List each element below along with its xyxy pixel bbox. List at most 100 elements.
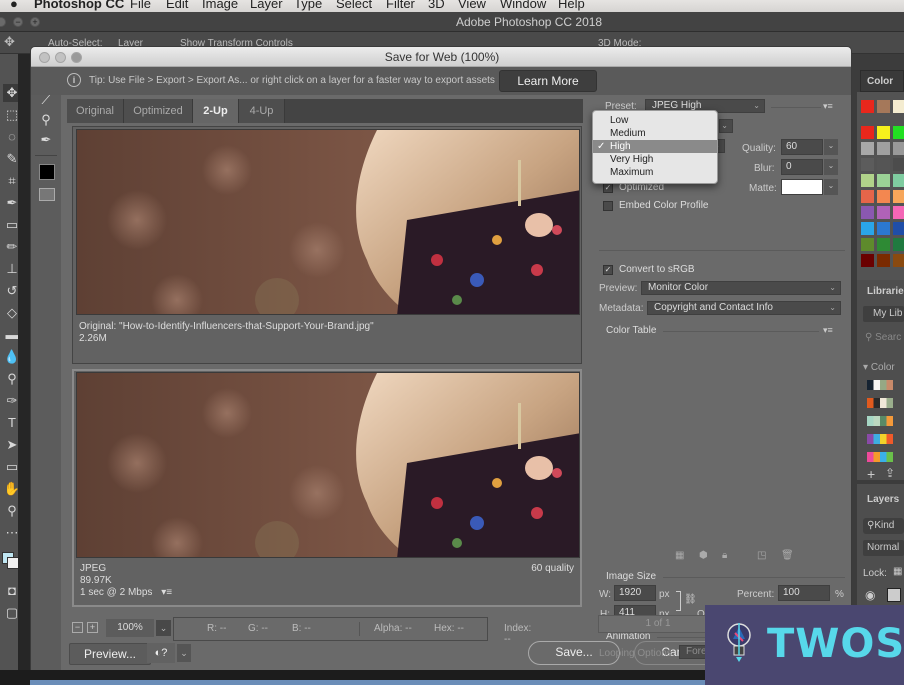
swatch[interactable] bbox=[893, 206, 904, 219]
menu-item-maximum[interactable]: Maximum bbox=[593, 166, 717, 179]
swatch[interactable] bbox=[877, 222, 890, 235]
close-window-button[interactable] bbox=[0, 17, 6, 27]
web-shift-icon[interactable]: ⬢ bbox=[699, 550, 708, 561]
tab-2-up[interactable]: 2-Up bbox=[193, 99, 239, 123]
maximize-window-button[interactable]: + bbox=[30, 17, 40, 27]
layer-thumbnail[interactable] bbox=[887, 588, 901, 602]
swatch[interactable] bbox=[893, 174, 904, 187]
add-library-item-icon[interactable]: + bbox=[867, 466, 875, 482]
color-theme[interactable] bbox=[867, 434, 893, 444]
optimized-preview-pane[interactable]: JPEG 89.97K 1 sec @ 2 Mbps ▾≡ 60 quality bbox=[72, 369, 582, 607]
swatch[interactable] bbox=[877, 142, 890, 155]
zoom-tool-icon[interactable]: ⚲ bbox=[36, 111, 56, 129]
swatch[interactable] bbox=[877, 238, 890, 251]
learn-more-button[interactable]: Learn More bbox=[499, 70, 597, 92]
swatch[interactable] bbox=[877, 254, 890, 267]
move-tool-icon[interactable]: ✥ bbox=[4, 34, 15, 50]
color-group-header[interactable]: ▾ Color bbox=[863, 362, 895, 373]
browser-select-dropdown[interactable]: ⌄ bbox=[177, 644, 191, 662]
optimize-menu-icon[interactable]: ▾≡ bbox=[823, 101, 833, 112]
swatch[interactable] bbox=[877, 158, 890, 171]
tab-optimized[interactable]: Optimized bbox=[124, 99, 193, 123]
swatch[interactable] bbox=[893, 158, 904, 171]
new-color-icon[interactable]: ◳ bbox=[757, 550, 766, 561]
metadata-select[interactable]: Copyright and Contact Info ⌄ bbox=[647, 301, 841, 315]
original-image[interactable] bbox=[76, 129, 580, 315]
menu-3d[interactable]: 3D bbox=[428, 0, 445, 11]
delete-color-icon[interactable]: 🗑︎ bbox=[781, 550, 794, 561]
menu-item-low[interactable]: Low bbox=[593, 114, 717, 127]
library-selector[interactable]: My Lib bbox=[873, 308, 902, 319]
menu-select[interactable]: Select bbox=[336, 0, 372, 11]
tab-original[interactable]: Original bbox=[67, 99, 124, 123]
lock-transparency-icon[interactable]: ▦ bbox=[893, 566, 902, 577]
menu-photoshop[interactable]: Photoshop CC bbox=[34, 0, 124, 11]
optimized-image[interactable] bbox=[76, 372, 580, 558]
menu-item-very-high[interactable]: Very High bbox=[593, 153, 717, 166]
swatch[interactable] bbox=[861, 126, 874, 139]
swatch[interactable] bbox=[893, 238, 904, 251]
color-table-menu-icon[interactable]: ▾≡ bbox=[823, 325, 833, 336]
menu-item-medium[interactable]: Medium bbox=[593, 127, 717, 140]
layer-visibility-eye-icon[interactable]: ◉ bbox=[865, 588, 875, 602]
preview-select[interactable]: Monitor Color ⌄ bbox=[641, 281, 841, 295]
swatch[interactable] bbox=[861, 206, 874, 219]
percent-input[interactable]: 100 bbox=[778, 585, 830, 601]
menu-help[interactable]: Help bbox=[558, 0, 585, 11]
swatch[interactable] bbox=[893, 190, 904, 203]
toggle-slices-visibility-icon[interactable] bbox=[39, 188, 55, 201]
color-theme[interactable] bbox=[867, 380, 893, 390]
upload-icon[interactable]: ⇪ bbox=[885, 466, 895, 480]
eyedropper-color-swatch[interactable] bbox=[39, 164, 55, 180]
lock-color-icon[interactable]: 🔒︎ bbox=[722, 550, 727, 561]
color-theme[interactable] bbox=[867, 452, 893, 462]
blur-slider-button[interactable]: ⌄ bbox=[824, 159, 838, 175]
menu-filter[interactable]: Filter bbox=[386, 0, 415, 11]
swatch[interactable] bbox=[861, 238, 874, 251]
swatch[interactable] bbox=[893, 126, 904, 139]
swatch[interactable] bbox=[893, 222, 904, 235]
swatch[interactable] bbox=[877, 126, 890, 139]
quality-slider-button[interactable]: ⌄ bbox=[824, 139, 838, 155]
minimize-window-button[interactable]: − bbox=[13, 17, 23, 27]
blur-input[interactable]: 0 bbox=[781, 159, 823, 175]
menu-file[interactable]: File bbox=[130, 0, 151, 11]
format-select[interactable]: ⌄ bbox=[719, 119, 733, 133]
swatch[interactable] bbox=[877, 206, 890, 219]
color-theme[interactable] bbox=[867, 416, 893, 426]
swatch[interactable] bbox=[861, 222, 874, 235]
recent-swatch[interactable] bbox=[877, 100, 890, 113]
menu-view[interactable]: View bbox=[458, 0, 486, 11]
swatch[interactable] bbox=[861, 158, 874, 171]
browser-preview-icon[interactable]: ◐? bbox=[147, 643, 175, 663]
recent-swatch[interactable] bbox=[893, 100, 904, 113]
apple-icon[interactable]: ● bbox=[10, 0, 18, 11]
menu-layer[interactable]: Layer bbox=[250, 0, 283, 11]
libraries-panel-tab[interactable]: Libraries bbox=[867, 286, 904, 297]
zoom-level[interactable]: 100% bbox=[106, 619, 154, 637]
matte-color-swatch[interactable] bbox=[781, 179, 823, 195]
download-speed-menu-icon[interactable]: ▾≡ bbox=[161, 587, 172, 598]
width-input[interactable]: 1920 bbox=[614, 585, 656, 601]
optimized-checkbox[interactable]: ✓ bbox=[603, 183, 613, 193]
matte-dropdown[interactable]: ⌄ bbox=[824, 179, 838, 195]
swatch[interactable] bbox=[877, 190, 890, 203]
constrain-proportions-link-icon[interactable]: ⛓ bbox=[684, 594, 697, 605]
swatch[interactable] bbox=[893, 254, 904, 267]
color-panel-tab[interactable]: Color bbox=[867, 76, 893, 87]
zoom-in-button[interactable]: + bbox=[87, 622, 98, 633]
eyedropper-tool-icon[interactable]: ✒ bbox=[36, 131, 56, 149]
recent-swatch[interactable] bbox=[861, 100, 874, 113]
swatch[interactable] bbox=[861, 254, 874, 267]
layers-panel-tab[interactable]: Layers bbox=[867, 494, 899, 505]
menu-image[interactable]: Image bbox=[202, 0, 238, 11]
preview-button[interactable]: Preview... bbox=[69, 643, 151, 665]
menu-item-high[interactable]: ✓ High bbox=[593, 140, 717, 153]
embed-color-profile-checkbox[interactable] bbox=[603, 201, 613, 211]
swatch[interactable] bbox=[861, 142, 874, 155]
menu-edit[interactable]: Edit bbox=[166, 0, 188, 11]
convert-srgb-checkbox[interactable]: ✓ bbox=[603, 265, 613, 275]
swatch[interactable] bbox=[861, 190, 874, 203]
blend-mode-select[interactable]: Normal bbox=[867, 542, 899, 553]
tab-4-up[interactable]: 4-Up bbox=[239, 99, 285, 123]
